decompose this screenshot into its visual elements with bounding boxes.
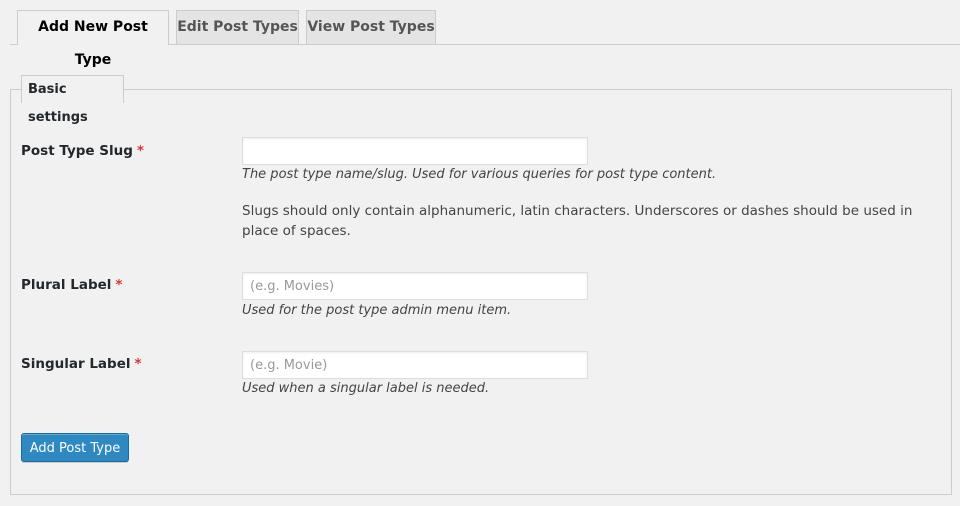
singular-label-label-text: Singular Label (21, 356, 131, 372)
required-asterisk: * (134, 356, 142, 372)
tab-view-post-types[interactable]: View Post Types (306, 10, 436, 44)
singular-label-input[interactable] (242, 351, 588, 379)
fieldset-border (10, 89, 21, 90)
tab-bar: Add New Post Type Edit Post Types View P… (0, 0, 960, 68)
plural-label-label-text: Plural Label (21, 277, 112, 293)
tab-edit-post-types[interactable]: Edit Post Types (176, 10, 299, 44)
plural-label-input[interactable] (242, 272, 588, 300)
plural-label-description: Used for the post type admin menu item. (242, 303, 512, 318)
fieldset-legend: Basic settings (21, 75, 124, 125)
tab-add-new-post-type[interactable]: Add New Post Type (17, 10, 169, 68)
post-type-slug-label-text: Post Type Slug (21, 143, 133, 159)
singular-label-label: Singular Label * (21, 356, 142, 372)
fieldset-border (124, 89, 952, 90)
add-post-type-button[interactable]: Add Post Type (21, 433, 129, 462)
plural-label-label: Plural Label * (21, 277, 122, 293)
required-asterisk: * (136, 143, 144, 159)
required-asterisk: * (115, 277, 123, 293)
post-type-slug-note: Slugs should only contain alphanumeric, … (242, 203, 913, 239)
post-type-slug-description: The post type name/slug. Used for variou… (242, 167, 717, 182)
singular-label-description: Used when a singular label is needed. (242, 381, 490, 396)
post-type-slug-input[interactable] (242, 137, 588, 165)
post-type-slug-label: Post Type Slug * (21, 143, 144, 159)
